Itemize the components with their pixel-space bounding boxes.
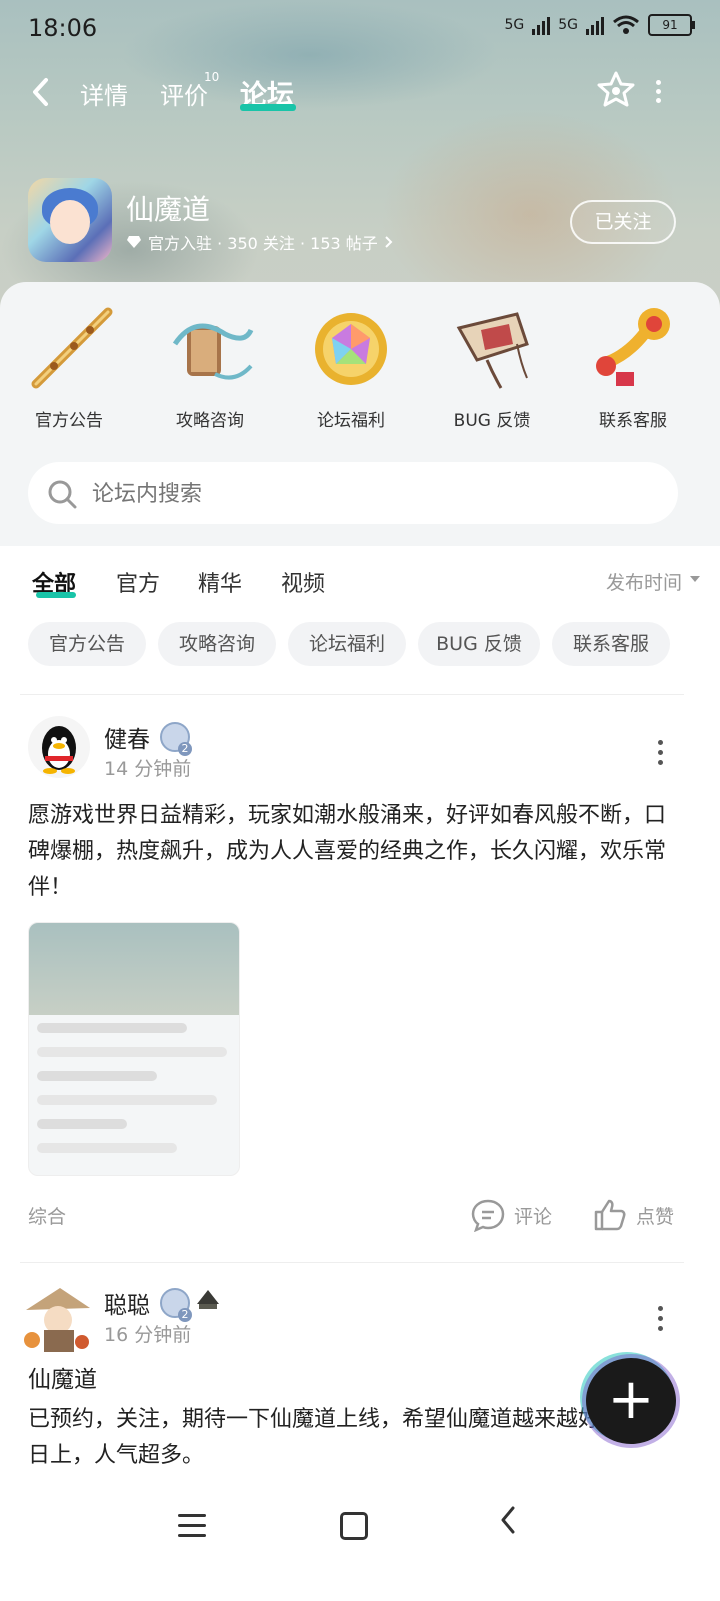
- level-badge-icon: 2: [160, 722, 192, 756]
- tab-details[interactable]: 详情: [80, 76, 128, 111]
- category-welfare[interactable]: 论坛福利: [288, 304, 414, 431]
- post-title[interactable]: 仙魔道: [28, 1362, 678, 1398]
- filter-tab-indicator: [36, 592, 76, 598]
- gem-icon: [306, 304, 396, 394]
- chevron-right-icon: [385, 236, 393, 248]
- game-app-icon: [28, 178, 112, 262]
- game-meta-text: 官方入驻 · 350 关注 · 153 帖子: [148, 234, 378, 253]
- signal-icon-2: [586, 15, 604, 35]
- divider: [20, 694, 684, 695]
- post-more-icon[interactable]: [658, 1306, 664, 1336]
- category-customer-service[interactable]: 联系客服: [570, 304, 696, 431]
- filter-tab-official[interactable]: 官方: [116, 566, 160, 598]
- post-image-thumbnail[interactable]: [28, 922, 240, 1176]
- tab-reviews[interactable]: 评价: [160, 76, 208, 111]
- like-label: 点赞: [636, 1205, 675, 1228]
- reviews-count-badge: 10: [204, 70, 220, 84]
- more-options-icon[interactable]: [654, 80, 662, 104]
- game-title: 仙魔道: [126, 193, 211, 226]
- sort-dropdown[interactable]: 发布时间: [606, 568, 682, 595]
- comment-button[interactable]: 评论: [470, 1198, 552, 1232]
- chip-bug-report[interactable]: BUG 反馈: [418, 622, 540, 666]
- back-icon[interactable]: [30, 76, 60, 110]
- filter-tab-video[interactable]: 视频: [281, 566, 325, 598]
- plus-icon: +: [607, 1367, 655, 1432]
- forum-search-bar[interactable]: [28, 462, 678, 526]
- home-icon[interactable]: [340, 1512, 368, 1540]
- active-tab-indicator: [240, 104, 296, 111]
- filter-tab-featured[interactable]: 精华: [198, 566, 242, 598]
- category-label: BUG 反馈: [453, 411, 531, 431]
- signal-icon-1: [532, 15, 551, 35]
- system-back-icon[interactable]: [498, 1504, 518, 1543]
- official-diamond-icon: [127, 236, 141, 248]
- post-content[interactable]: 已预约，关注，期待一下仙魔道上线，希望仙魔道越来越好，蒸蒸日上，人气超多。: [28, 1402, 678, 1474]
- game-meta[interactable]: 官方入驻 · 350 关注 · 153 帖子: [126, 230, 394, 254]
- comment-icon: [471, 1199, 505, 1232]
- category-label: 官方公告: [35, 411, 103, 431]
- post-content[interactable]: 愿游戏世界日益精彩，玩家如潮水般涌来，好评如春风般不断，口碑爆棚，热度飙升，成为…: [28, 798, 678, 906]
- avatar[interactable]: [28, 716, 90, 778]
- system-navigation-bar: [0, 1490, 720, 1601]
- category-bug-report[interactable]: BUG 反馈: [429, 304, 555, 431]
- chip-customer-service[interactable]: 联系客服: [552, 622, 670, 666]
- kite-icon: [447, 304, 537, 394]
- menu-icon[interactable]: [178, 1514, 206, 1544]
- search-icon: [48, 480, 77, 509]
- status-bar: 18:06 5G 5G 91: [0, 0, 720, 58]
- create-post-button[interactable]: +: [586, 1358, 676, 1444]
- follow-button[interactable]: 已关注: [570, 200, 676, 244]
- flute-icon: [24, 304, 114, 394]
- like-button[interactable]: 点赞: [592, 1198, 674, 1232]
- post-time: 14 分钟前: [104, 758, 192, 780]
- avatar[interactable]: [20, 1280, 96, 1356]
- hat-badge-icon: [197, 1290, 219, 1309]
- category-panel: 官方公告 攻略咨询 论坛福利 BUG 反馈 联系客服: [0, 282, 720, 546]
- chip-welfare[interactable]: 论坛福利: [288, 622, 406, 666]
- category-label: 联系客服: [599, 411, 667, 431]
- filter-section: 全部 官方 精华 视频 发布时间 官方公告 攻略咨询 论坛福利 BUG 反馈 联…: [0, 546, 720, 696]
- category-label: 攻略咨询: [176, 411, 244, 431]
- category-guides[interactable]: 攻略咨询: [147, 304, 273, 431]
- network-label-1: 5G: [504, 17, 525, 33]
- dropdown-arrow-icon: [690, 576, 700, 582]
- post-time: 16 分钟前: [104, 1324, 192, 1346]
- wifi-icon: [613, 15, 639, 34]
- search-input[interactable]: [90, 462, 654, 526]
- status-icons: 5G 5G 91: [504, 14, 695, 36]
- chip-guides[interactable]: 攻略咨询: [158, 622, 276, 666]
- category-announcements[interactable]: 官方公告: [6, 304, 132, 431]
- author-name[interactable]: 聪聪: [104, 1286, 150, 1320]
- category-label: 论坛福利: [317, 411, 385, 431]
- post-more-icon[interactable]: [658, 740, 664, 770]
- divider: [20, 1262, 684, 1263]
- status-time: 18:06: [28, 14, 98, 42]
- chip-announcements[interactable]: 官方公告: [28, 622, 146, 666]
- battery-icon: 91: [648, 14, 695, 36]
- favorite-star-icon[interactable]: [596, 70, 636, 110]
- ruyi-icon: [588, 304, 678, 394]
- thumbs-up-icon: [594, 1199, 626, 1231]
- comment-label: 评论: [514, 1205, 553, 1228]
- network-label-2: 5G: [558, 17, 578, 33]
- author-name[interactable]: 健春: [104, 720, 150, 754]
- post-tag[interactable]: 综合: [28, 1202, 66, 1229]
- level-badge-icon: 2: [160, 1288, 192, 1322]
- scroll-icon: [165, 304, 255, 394]
